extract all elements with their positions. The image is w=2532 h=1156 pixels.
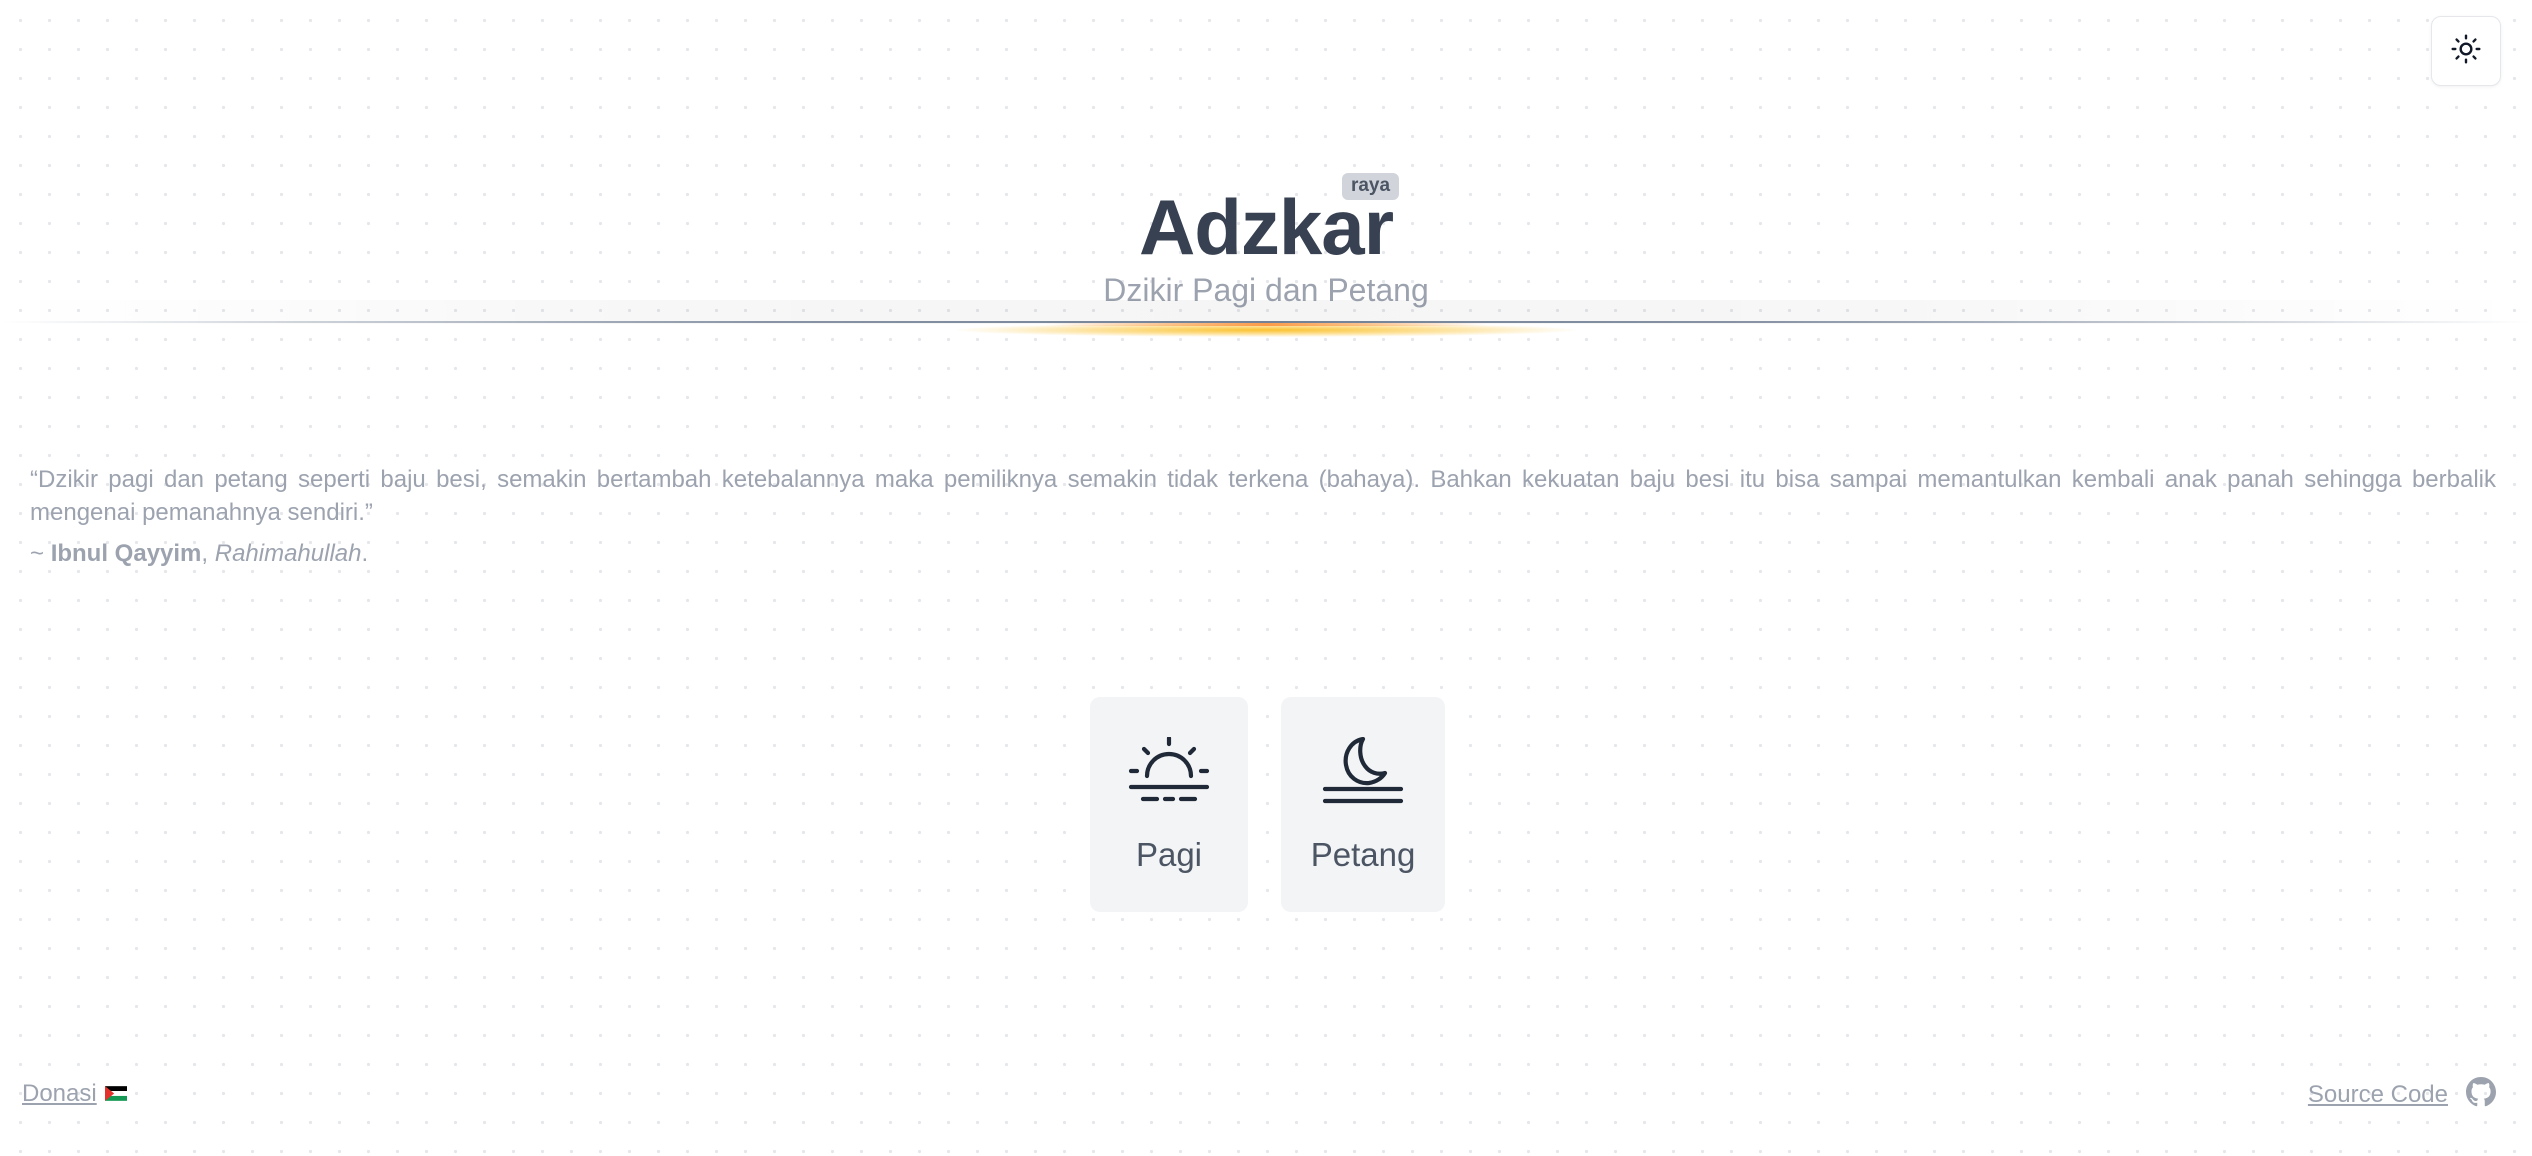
pagi-card[interactable]: Pagi (1090, 697, 1248, 912)
author-title: Rahimahullah (214, 540, 362, 567)
quote-text: “Dzikir pagi dan petang seperti baju bes… (30, 466, 2496, 526)
sunrise-icon (1128, 735, 1210, 814)
title-wrap: raya Adzkar (1139, 170, 1400, 266)
quote-block: “Dzikir pagi dan petang seperti baju bes… (30, 463, 2496, 570)
footer-right: Source Code (2308, 1077, 2496, 1112)
palestine-flag-icon (104, 1080, 127, 1108)
donate-link[interactable]: Donasi (22, 1080, 127, 1108)
time-selector: Pagi Petang (0, 697, 2532, 912)
petang-label: Petang (1310, 836, 1416, 873)
quote-author: ~ Ibnul Qayyim, Rahimahullah. (30, 537, 2496, 570)
author-suffix: . (361, 540, 369, 567)
page-header: raya Adzkar Dzikir Pagi dan Petang (0, 170, 2532, 306)
author-name: Ibnul Qayyim (50, 540, 202, 567)
raya-badge: raya (1341, 173, 1400, 200)
donate-label: Donasi (22, 1080, 97, 1107)
divider-glow-line (1046, 323, 1486, 326)
pagi-label: Pagi (1135, 836, 1203, 873)
petang-card[interactable]: Petang (1281, 697, 1445, 912)
sun-icon (2450, 33, 2482, 70)
moon-icon (1322, 736, 1404, 814)
github-icon[interactable] (2466, 1077, 2496, 1112)
theme-toggle-button[interactable] (2431, 16, 2501, 86)
author-separator: , (201, 540, 215, 567)
source-code-link[interactable]: Source Code (2308, 1081, 2448, 1109)
author-prefix: ~ (30, 540, 51, 567)
